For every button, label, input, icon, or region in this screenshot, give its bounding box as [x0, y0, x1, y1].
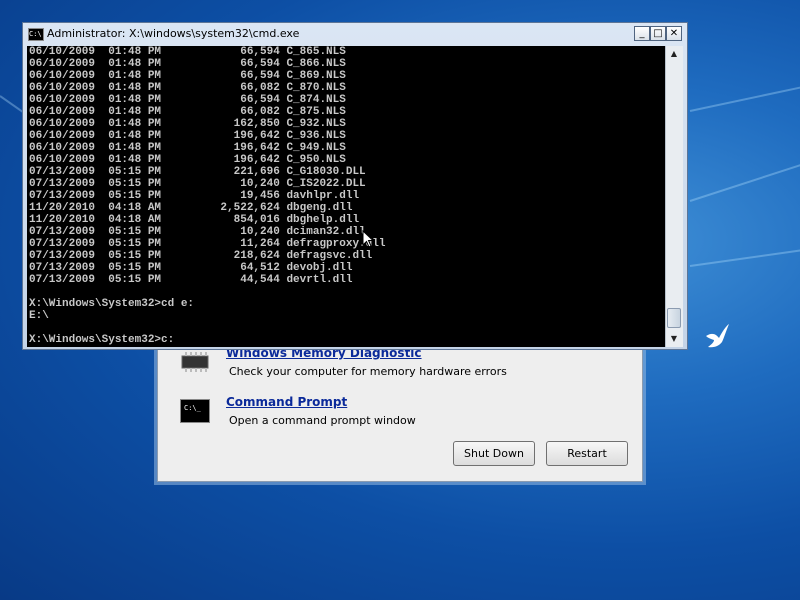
cmd-title-bar[interactable]: C:\ Administrator: X:\windows\system32\c…: [23, 23, 687, 45]
shut-down-button[interactable]: Shut Down: [453, 441, 535, 466]
console-line: E:\: [29, 310, 49, 322]
scroll-up-icon[interactable]: ▲: [667, 46, 681, 61]
console-line: 07/13/2009 05:15 PM 10,240 C_IS2022.DLL: [29, 178, 366, 190]
console-line: 06/10/2009 01:48 PM 66,594 C_866.NLS: [29, 58, 346, 70]
scroll-down-icon[interactable]: ▼: [667, 331, 681, 346]
mouse-pointer-icon: [362, 230, 374, 248]
console-line: X:\Windows\System32>cd e:: [29, 298, 195, 310]
console-line: 11/20/2010 04:18 AM 2,522,624 dbgeng.dll: [29, 202, 353, 214]
console-lines: 06/10/2009 01:48 PM 66,594 C_865.NLS 06/1…: [29, 46, 385, 346]
vertical-scrollbar[interactable]: ▲ ▼: [665, 46, 683, 347]
console-line: 07/13/2009 05:15 PM 11,264 defragproxy.d…: [29, 238, 386, 250]
console-output[interactable]: 06/10/2009 01:48 PM 66,594 C_865.NLS 06/1…: [27, 46, 667, 347]
console-line: 07/13/2009 05:15 PM 10,240 dciman32.dll: [29, 226, 366, 238]
command-prompt-icon: C:\_: [180, 399, 210, 423]
console-line: 06/10/2009 01:48 PM 66,594 C_865.NLS: [29, 46, 346, 58]
close-button[interactable]: ✕: [666, 26, 682, 41]
console-line: 11/20/2010 04:18 AM 854,016 dbghelp.dll: [29, 214, 360, 226]
console-line: 06/10/2009 01:48 PM 162,850 C_932.NLS: [29, 118, 346, 130]
minimize-button[interactable]: _: [634, 26, 650, 41]
console-line: X:\Windows\System32>c:: [29, 334, 175, 346]
bird-icon: [706, 324, 729, 348]
restart-button[interactable]: Restart: [546, 441, 628, 466]
console-line: 06/10/2009 01:48 PM 66,082 C_875.NLS: [29, 106, 346, 118]
console-line: 07/13/2009 05:15 PM 19,456 davhlpr.dll: [29, 190, 360, 202]
command-prompt-icon-text: C:\_: [184, 404, 201, 412]
memory-chip-icon: [181, 352, 209, 372]
console-line: 06/10/2009 01:48 PM 66,594 C_869.NLS: [29, 70, 346, 82]
cmd-window-icon: C:\: [28, 28, 44, 41]
console-line: 07/13/2009 05:15 PM 44,544 devrtl.dll: [29, 274, 353, 286]
console-line: 07/13/2009 05:15 PM 221,696 C_G18030.DLL: [29, 166, 366, 178]
cmd-window-title: Administrator: X:\windows\system32\cmd.e…: [47, 27, 300, 40]
cmd-window[interactable]: C:\ Administrator: X:\windows\system32\c…: [22, 22, 688, 350]
maximize-button[interactable]: □: [650, 26, 666, 41]
command-prompt-description: Open a command prompt window: [229, 414, 416, 427]
console-line: 06/10/2009 01:48 PM 66,082 C_870.NLS: [29, 82, 346, 94]
console-line: 07/13/2009 05:15 PM 218,624 defragsvc.dl…: [29, 250, 373, 262]
command-prompt-link[interactable]: Command Prompt: [226, 395, 347, 409]
wallpaper-streak: [689, 85, 800, 112]
console-line: 06/10/2009 01:48 PM 196,642 C_950.NLS: [29, 154, 346, 166]
console-line: 06/10/2009 01:48 PM 196,642 C_949.NLS: [29, 142, 346, 154]
console-line: 06/10/2009 01:48 PM 196,642 C_936.NLS: [29, 130, 346, 142]
recovery-options-panel: Windows Memory Diagnostic Check your com…: [157, 333, 643, 482]
wallpaper-streak: [689, 162, 800, 202]
console-line: 07/13/2009 05:15 PM 64,512 devobj.dll: [29, 262, 353, 274]
memory-diagnostic-description: Check your computer for memory hardware …: [229, 365, 507, 378]
wallpaper-streak: [689, 248, 800, 267]
scrollbar-thumb[interactable]: [667, 308, 681, 328]
console-line: 06/10/2009 01:48 PM 66,594 C_874.NLS: [29, 94, 346, 106]
